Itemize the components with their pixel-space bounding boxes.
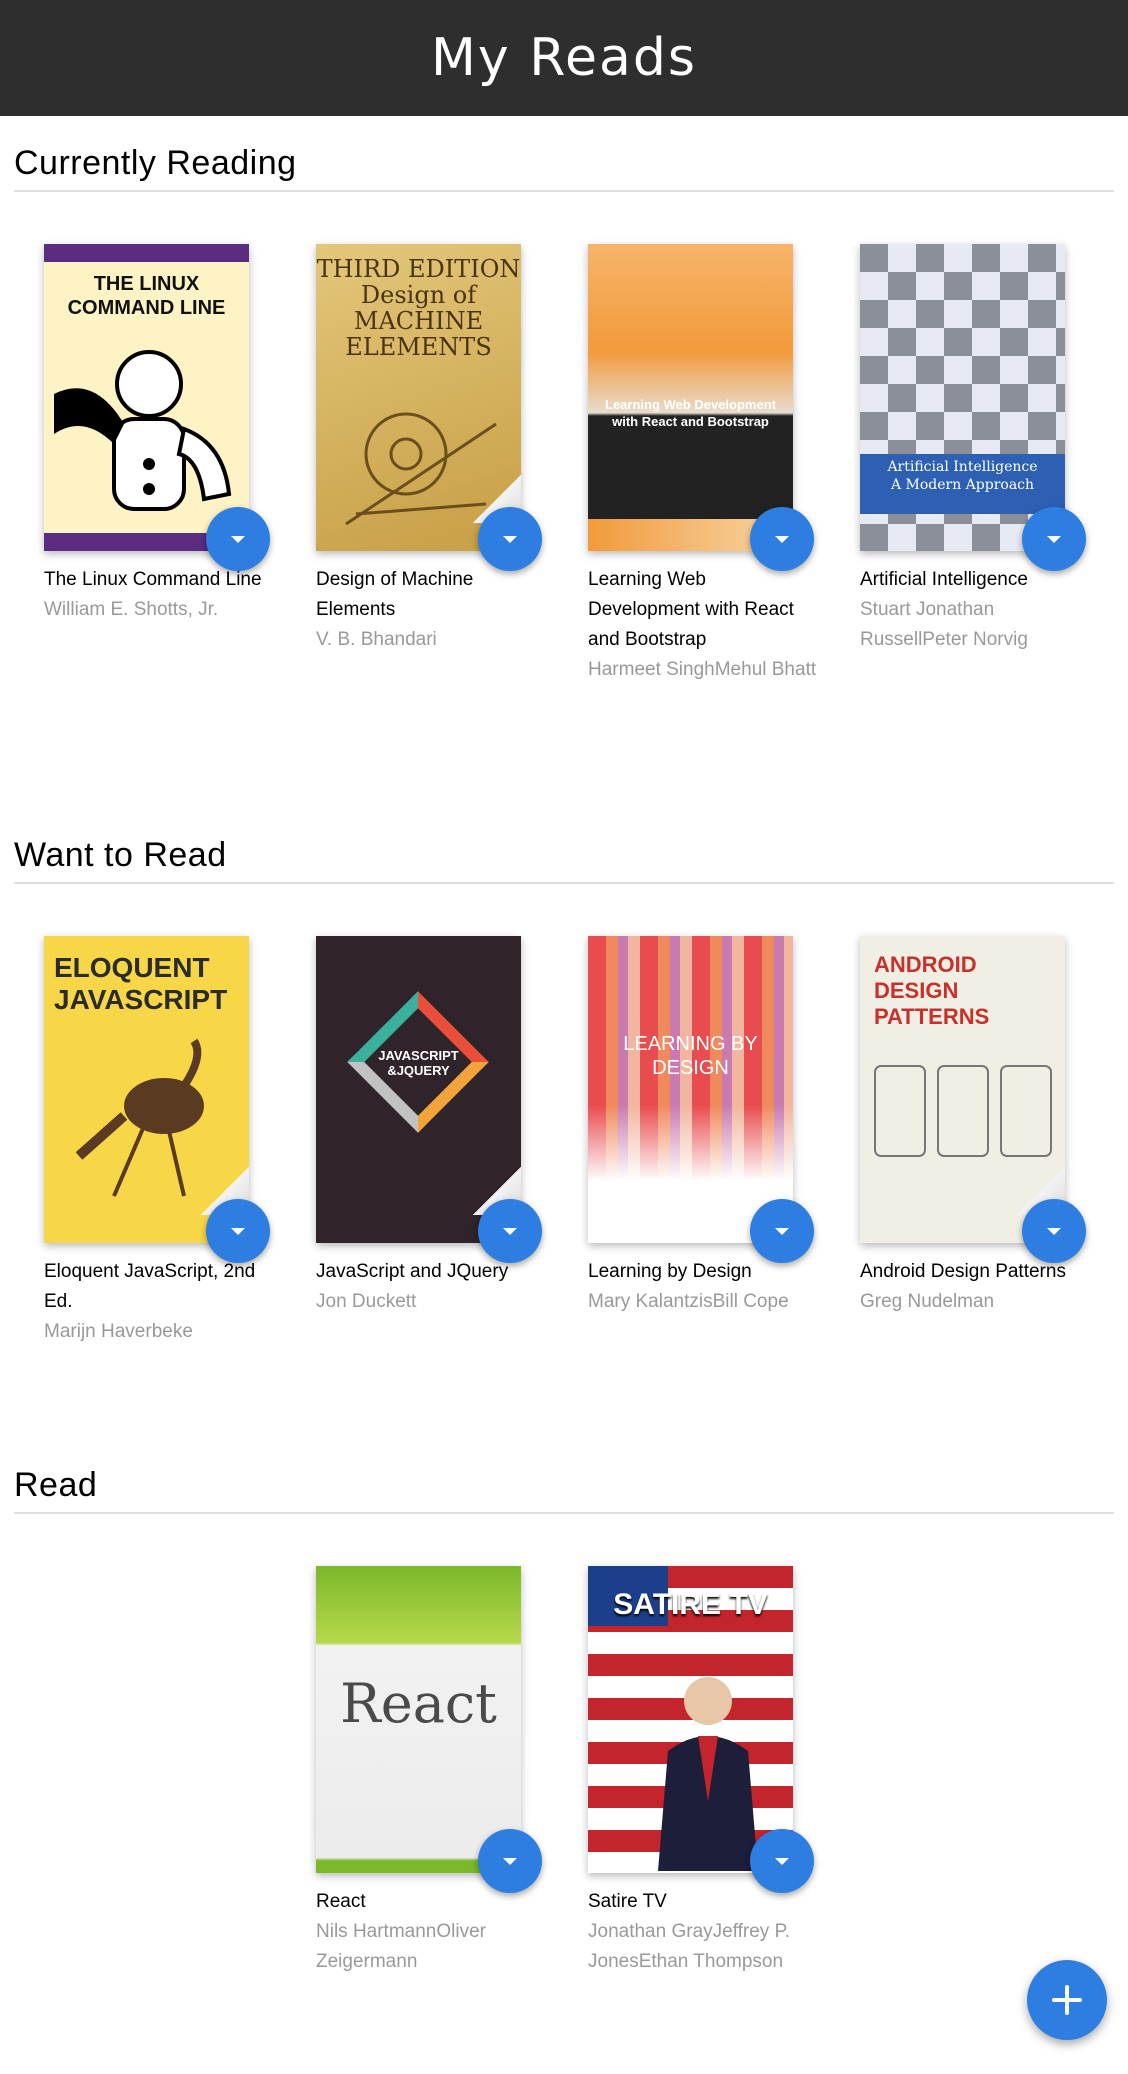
shelf-changer-button[interactable] [478, 1199, 542, 1263]
book-cover[interactable]: Learning Web Development with React and … [588, 244, 793, 551]
shelf-changer-button[interactable] [1022, 507, 1086, 571]
book-authors: William E. Shotts, Jr. [44, 599, 219, 620]
book-cover[interactable]: React [316, 1566, 521, 1873]
book-item: THIRD EDITION Design of MACHINE ELEMENTS… [316, 244, 546, 655]
book-authors: Marijn Haverbeke [44, 1321, 193, 1342]
cover-title: Learning Web Development with React and … [605, 397, 776, 429]
arrow-down-icon [503, 1857, 517, 1865]
shelf-title: Read [14, 1468, 1114, 1514]
shelf-changer-button[interactable] [750, 1829, 814, 1893]
book-cover[interactable]: JAVASCRIPT &JQUERY [316, 936, 521, 1243]
book-authors: Jonathan GrayJeffrey P. JonesEthan Thomp… [588, 1921, 791, 1972]
cover-title: THE LINUX COMMAND LINE [67, 273, 226, 319]
cover-title: JAVASCRIPT &JQUERY [378, 1048, 459, 1078]
shelf-changer-button[interactable] [206, 507, 270, 571]
arrow-down-icon [775, 1227, 789, 1235]
book-title: Eloquent JavaScript, 2nd Ed. [44, 1261, 256, 1312]
arrow-down-icon [775, 1857, 789, 1865]
book-cover[interactable]: THIRD EDITION Design of MACHINE ELEMENTS [316, 244, 521, 551]
book-item: Artificial Intelligence A Modern Approac… [860, 244, 1090, 655]
book-authors: Nils HartmannOliver Zeigermann [316, 1921, 486, 1972]
book-cover[interactable]: Artificial Intelligence A Modern Approac… [860, 244, 1065, 551]
shelf-title: Want to Read [14, 838, 1114, 884]
book-item: ELOQUENT JAVASCRIPT Eloquent JavaScript,… [44, 936, 274, 1347]
arrow-down-icon [231, 535, 245, 543]
shelf-read: Read React React Nils HartmannOliver Zei… [14, 1468, 1114, 1972]
cover-title: React [340, 1672, 497, 1735]
cover-title: ELOQUENT JAVASCRIPT [54, 952, 228, 1015]
arrow-down-icon [775, 535, 789, 543]
shelf-changer-button[interactable] [750, 507, 814, 571]
cover-title: Artificial Intelligence A Modern Approac… [887, 459, 1038, 493]
app-header: My Reads [0, 0, 1128, 116]
shelf-changer-button[interactable] [478, 1829, 542, 1893]
book-authors: Harmeet SinghMehul Bhatt [588, 659, 817, 680]
book-title: Design of Machine Elements [316, 569, 474, 620]
shelf-changer-button[interactable] [750, 1199, 814, 1263]
arrow-down-icon [231, 1227, 245, 1235]
cover-title: THIRD EDITION Design of MACHINE ELEMENTS [316, 255, 521, 361]
book-cover[interactable]: ELOQUENT JAVASCRIPT [44, 936, 249, 1243]
book-cover[interactable]: SATIRE TV [588, 1566, 793, 1873]
shelf-title: Currently Reading [14, 146, 1114, 192]
book-item: React React Nils HartmannOliver Zeigerma… [316, 1566, 546, 1977]
book-authors: Jon Duckett [316, 1291, 417, 1312]
app-title: My Reads [431, 28, 697, 88]
plus-icon [1052, 1985, 1082, 2015]
book-title: Learning Web Development with React and … [588, 569, 794, 650]
book-authors: V. B. Bhandari [316, 629, 437, 650]
book-cover[interactable]: ANDROID DESIGN PATTERNS [860, 936, 1065, 1243]
book-item: THE LINUX COMMAND LINE The Linux Command… [44, 244, 274, 625]
cover-title: ANDROID DESIGN PATTERNS [874, 952, 990, 1029]
add-book-button[interactable] [1027, 1960, 1107, 2040]
arrow-down-icon [503, 1227, 517, 1235]
book-cover[interactable]: LEARNING BY DESIGN [588, 936, 793, 1243]
shelf-want-to-read: Want to Read ELOQUENT JAVASCRIPT Eloquen… [14, 838, 1114, 1342]
cover-title: LEARNING BY DESIGN [623, 1033, 758, 1079]
arrow-down-icon [1047, 1227, 1061, 1235]
shelf-currently-reading: Currently Reading THE LINUX COMMAND LINE [14, 146, 1114, 680]
book-item: ANDROID DESIGN PATTERNS Android Design P… [860, 936, 1090, 1317]
shelf-changer-button[interactable] [1022, 1199, 1086, 1263]
book-item: SATIRE TV Satire TV Jonathan GrayJeffrey… [588, 1566, 818, 1977]
book-authors: Greg Nudelman [860, 1291, 995, 1312]
book-item: LEARNING BY DESIGN Learning by Design Ma… [588, 936, 818, 1317]
book-cover[interactable]: THE LINUX COMMAND LINE [44, 244, 249, 551]
shelf-changer-button[interactable] [478, 507, 542, 571]
book-authors: Stuart Jonathan RussellPeter Norvig [860, 599, 1028, 650]
arrow-down-icon [503, 535, 517, 543]
shelf-changer-button[interactable] [206, 1199, 270, 1263]
book-authors: Mary KalantzisBill Cope [588, 1291, 789, 1312]
book-item: Learning Web Development with React and … [588, 244, 818, 685]
arrow-down-icon [1047, 535, 1061, 543]
book-item: JAVASCRIPT &JQUERY JavaScript and JQuery… [316, 936, 546, 1317]
cover-title: SATIRE TV [613, 1588, 768, 1621]
